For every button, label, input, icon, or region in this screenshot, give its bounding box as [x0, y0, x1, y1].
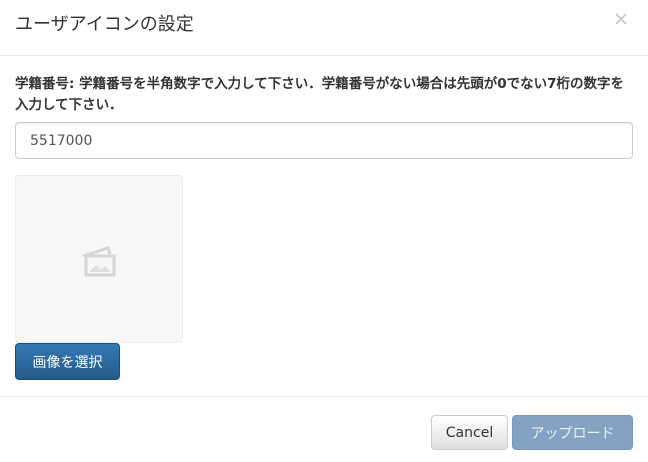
- image-preview: [15, 175, 183, 343]
- upload-button[interactable]: アップロード: [512, 415, 633, 450]
- select-image-button[interactable]: 画像を選択: [15, 343, 120, 380]
- dialog-title: ユーザアイコンの設定: [15, 14, 194, 35]
- dialog-footer: Cancel アップロード: [0, 396, 648, 462]
- close-button[interactable]: [611, 8, 631, 30]
- cancel-button[interactable]: Cancel: [431, 415, 508, 450]
- close-icon: [615, 13, 627, 25]
- user-icon-dialog: ユーザアイコンの設定 学籍番号: 学籍番号を半角数字で入力して下さい．学籍番号が…: [0, 0, 648, 462]
- dialog-header: ユーザアイコンの設定: [0, 0, 648, 56]
- student-id-label: 学籍番号: 学籍番号を半角数字で入力して下さい．学籍番号がない場合は先頭が0でな…: [15, 76, 624, 113]
- student-id-input[interactable]: [15, 122, 633, 159]
- image-placeholder-icon: [82, 246, 116, 277]
